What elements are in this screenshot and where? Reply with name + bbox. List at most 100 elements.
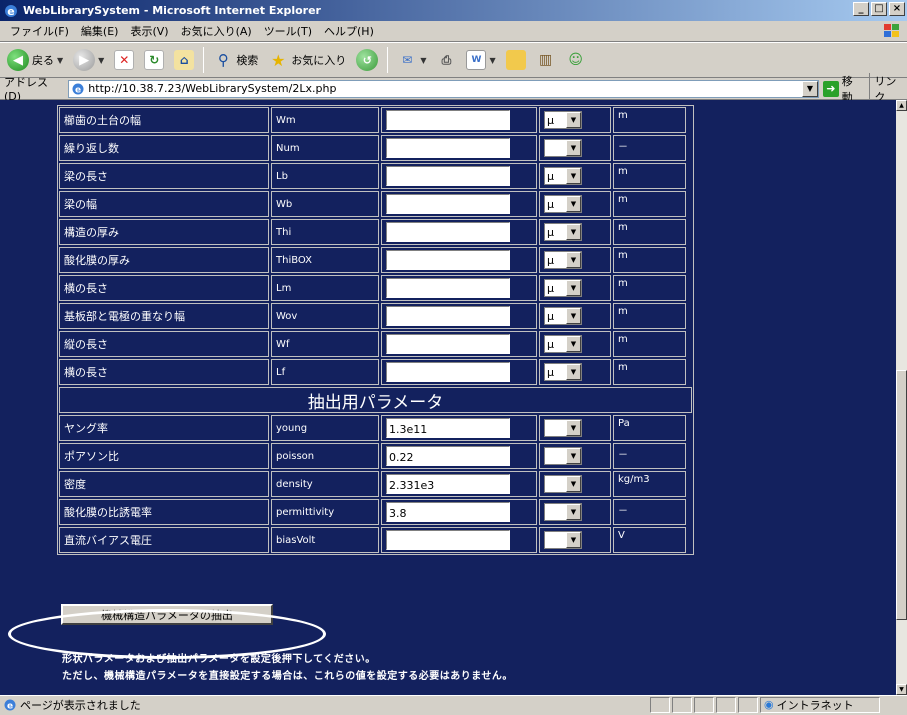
address-url: http://10.38.7.23/WebLibrarySystem/2Lx.p… [88, 82, 337, 95]
status-bar: e ページが表示されました ◉ イントラネット [0, 695, 907, 713]
windows-flag-icon [881, 22, 903, 40]
param-value-input[interactable] [386, 166, 510, 186]
unit-prefix-value: μ [547, 281, 554, 295]
scroll-down-icon[interactable]: ▼ [896, 684, 907, 695]
param-value-input[interactable] [386, 222, 510, 242]
unit-prefix-select[interactable]: ▼ [544, 531, 582, 549]
param-value-cell [381, 135, 537, 161]
param-value-cell [381, 107, 537, 133]
param-unit: Pa [613, 415, 686, 441]
unit-prefix-select[interactable]: ▼ [544, 139, 582, 157]
unit-prefix-select[interactable]: μ ▼ [544, 307, 582, 325]
research-button[interactable]: ▥ [533, 46, 559, 74]
param-value-input[interactable] [386, 194, 510, 214]
param-name: 密度 [59, 471, 269, 497]
param-value-input[interactable] [386, 334, 510, 354]
history-button[interactable]: ↺ [353, 46, 381, 74]
param-value-input[interactable]: 0.22 [386, 446, 510, 466]
toolbar-separator [387, 47, 389, 73]
search-button[interactable]: ⚲ 検索 [210, 46, 261, 74]
unit-prefix-select[interactable]: μ ▼ [544, 167, 582, 185]
stop-button[interactable]: ✕ [111, 46, 137, 74]
menu-view[interactable]: 表示(V) [124, 23, 174, 39]
unit-prefix-select[interactable]: μ ▼ [544, 335, 582, 353]
messenger-button[interactable]: ☺ [563, 46, 589, 74]
param-value-input[interactable]: 1.3e11 [386, 418, 510, 438]
star-icon: ★ [271, 50, 286, 70]
address-label: アドレス(D) [4, 76, 48, 103]
unit-prefix-select[interactable]: ▼ [544, 419, 582, 437]
param-symbol: Wm [271, 107, 379, 133]
unit-prefix-select[interactable]: μ ▼ [544, 251, 582, 269]
chevron-down-icon: ▼ [566, 476, 581, 492]
instruction-note: 形状パラメータおよび抽出パラメータを設定後押下してください。 [62, 654, 376, 665]
favorites-button[interactable]: ★ お気に入り [265, 46, 349, 74]
menu-file[interactable]: ファイル(F) [4, 23, 75, 39]
forward-button[interactable]: ▶ ▼ [70, 46, 107, 74]
unit-prefix-select[interactable]: ▼ [544, 475, 582, 493]
scroll-up-icon[interactable]: ▲ [896, 100, 907, 111]
param-name: 櫛歯の土台の幅 [59, 107, 269, 133]
param-value-input[interactable] [386, 138, 510, 158]
unit-prefix-select[interactable]: μ ▼ [544, 111, 582, 129]
close-button[interactable]: × [889, 2, 905, 16]
param-symbol: Lb [271, 163, 379, 189]
param-value-input[interactable] [386, 530, 510, 550]
unit-prefix-value: μ [547, 169, 554, 183]
stop-icon: ✕ [114, 50, 135, 70]
chevron-down-icon: ▼ [566, 364, 581, 380]
param-symbol: Wb [271, 191, 379, 217]
minimize-button[interactable]: _ [853, 2, 869, 16]
maximize-button[interactable]: □ [871, 2, 887, 16]
address-input[interactable]: e http://10.38.7.23/WebLibrarySystem/2Lx… [68, 79, 819, 98]
param-value-input[interactable] [386, 278, 510, 298]
param-value-input[interactable] [386, 250, 510, 270]
scroll-thumb[interactable] [896, 370, 907, 620]
mail-button[interactable]: ✉ ▼ [394, 46, 429, 74]
vertical-scrollbar[interactable]: ▲ ▼ [896, 100, 907, 695]
menu-favorites[interactable]: お気に入り(A) [175, 23, 258, 39]
param-unit: － [613, 443, 686, 469]
home-button[interactable]: ⌂ [171, 46, 197, 74]
param-prefix-cell: μ ▼ [539, 107, 611, 133]
unit-prefix-select[interactable]: ▼ [544, 447, 582, 465]
unit-prefix-select[interactable]: μ ▼ [544, 195, 582, 213]
param-value-input[interactable] [386, 362, 510, 382]
unit-prefix-select[interactable]: μ ▼ [544, 363, 582, 381]
param-prefix-cell: μ ▼ [539, 163, 611, 189]
param-value-input[interactable] [386, 110, 510, 130]
back-button[interactable]: ◀ 戻る ▼ [4, 46, 66, 74]
chevron-down-icon: ▼ [566, 336, 581, 352]
folder-button[interactable] [503, 46, 529, 74]
search-icon: ⚲ [217, 51, 229, 69]
menu-edit[interactable]: 編集(E) [75, 23, 125, 39]
books-icon: ▥ [539, 52, 553, 68]
section-title: 抽出用パラメータ [59, 387, 692, 413]
param-value-input[interactable]: 3.8 [386, 502, 510, 522]
param-value-cell: 0.22 [381, 443, 537, 469]
param-value-input[interactable] [386, 306, 510, 326]
param-value-cell [381, 275, 537, 301]
parameter-row: 密度 density 2.331e3 ▼ kg/m3 [58, 470, 693, 498]
param-name: 基板部と電極の重なり幅 [59, 303, 269, 329]
unit-prefix-select[interactable]: μ ▼ [544, 279, 582, 297]
param-prefix-cell: ▼ [539, 443, 611, 469]
unit-prefix-select[interactable]: μ ▼ [544, 223, 582, 241]
menu-help[interactable]: ヘルプ(H) [318, 23, 380, 39]
address-dropdown-icon[interactable]: ▼ [801, 80, 818, 97]
printer-icon: ⎙ [441, 52, 452, 67]
refresh-button[interactable]: ↻ [141, 46, 167, 74]
chevron-down-icon: ▼ [57, 55, 64, 65]
edit-button[interactable]: W ▼ [463, 46, 498, 74]
param-prefix-cell: μ ▼ [539, 247, 611, 273]
svg-text:e: e [7, 5, 14, 18]
print-button[interactable]: ⎙ [433, 46, 459, 74]
param-unit: V [613, 527, 686, 553]
forward-arrow-icon: ▶ [73, 49, 96, 71]
param-name: 構造の厚み [59, 219, 269, 245]
param-symbol: Lm [271, 275, 379, 301]
param-value-input[interactable]: 2.331e3 [386, 474, 510, 494]
menu-tools[interactable]: ツール(T) [258, 23, 318, 39]
unit-prefix-select[interactable]: ▼ [544, 503, 582, 521]
param-unit: m [613, 275, 686, 301]
